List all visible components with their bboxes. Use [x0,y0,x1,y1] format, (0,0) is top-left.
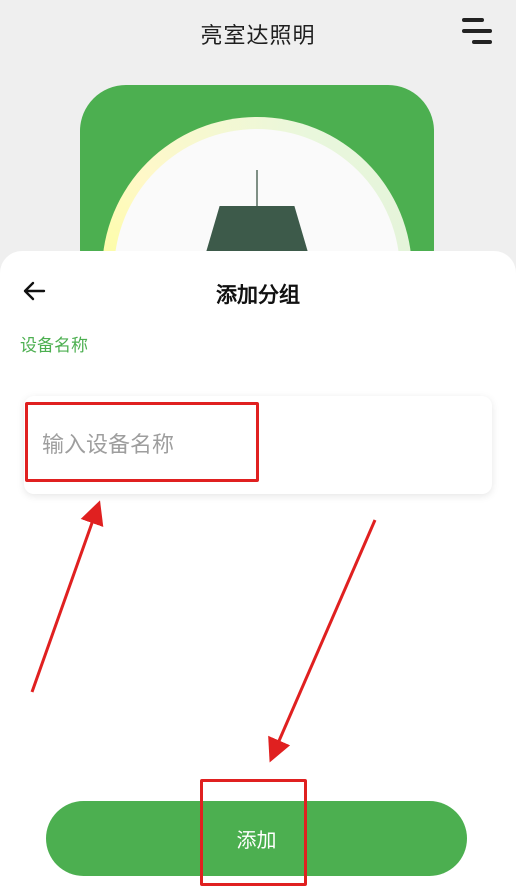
input-highlight-box [25,402,259,482]
app-title: 亮室达照明 [200,24,316,49]
sheet-title: 添加分组 [216,283,300,307]
app-header: 亮室达照明 [0,0,516,64]
menu-icon[interactable] [458,16,494,46]
device-name-label: 设备名称 [20,336,88,356]
button-highlight-box [200,779,307,886]
lamp-wire [256,170,258,210]
